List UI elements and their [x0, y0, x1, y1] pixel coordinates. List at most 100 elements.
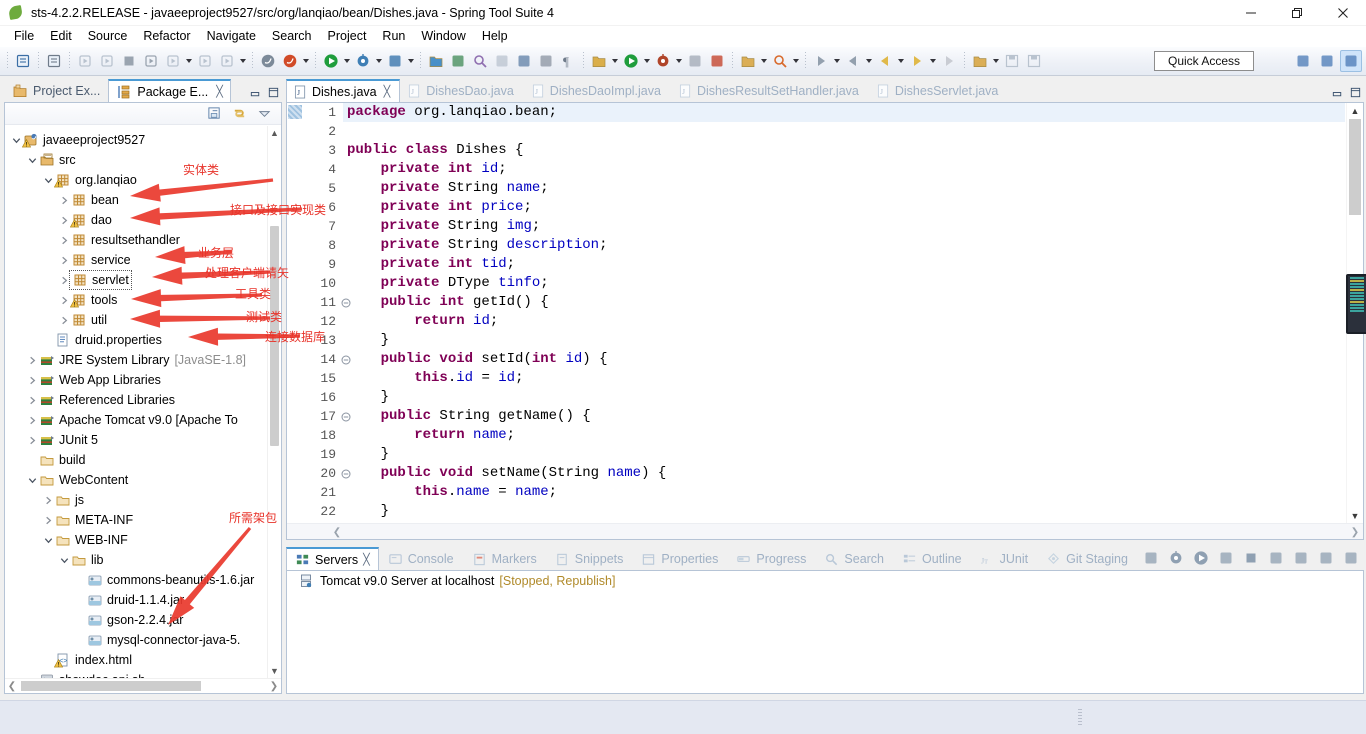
step-over-button[interactable]: [162, 50, 184, 72]
tree-row[interactable]: mysql-connector-java-5.: [5, 630, 267, 650]
view-menu-button[interactable]: [1290, 547, 1312, 569]
scrollbar-thumb[interactable]: [270, 226, 279, 446]
terminate-button[interactable]: [118, 50, 140, 72]
editor-code-area[interactable]: package org.lanqiao.bean; public class Di…: [343, 103, 1345, 523]
profile-server-button[interactable]: [1215, 547, 1237, 569]
menu-window[interactable]: Window: [413, 28, 473, 44]
javaee-perspective-button[interactable]: [1340, 50, 1362, 72]
collapse-all-button[interactable]: [1140, 547, 1162, 569]
open-browser-button[interactable]: [425, 50, 447, 72]
scroll-right-icon[interactable]: ❯: [1347, 524, 1363, 540]
tree-twisty[interactable]: [41, 510, 55, 530]
tree-twisty[interactable]: [41, 530, 55, 550]
bottom-tab[interactable]: Search: [815, 547, 893, 570]
tree-twisty[interactable]: [57, 230, 71, 250]
chevron-down-icon[interactable]: [642, 50, 652, 72]
coverage-button[interactable]: [384, 50, 406, 72]
quick-access-field[interactable]: Quick Access: [1154, 51, 1254, 71]
chevron-down-icon[interactable]: [374, 50, 384, 72]
forward-button[interactable]: [906, 50, 928, 72]
tree-row[interactable]: org.lanqiao: [5, 170, 267, 190]
chevron-down-icon[interactable]: [674, 50, 684, 72]
tree-twisty[interactable]: [25, 470, 39, 490]
tree-row[interactable]: JUnit 5: [5, 430, 267, 450]
project-tree[interactable]: javaeeproject9527 src org.lanqiao bean d…: [5, 126, 267, 678]
save-all-button[interactable]: [1023, 50, 1045, 72]
tree-twisty[interactable]: [57, 270, 71, 290]
menu-file[interactable]: File: [6, 28, 42, 44]
chevron-down-icon[interactable]: [184, 50, 194, 72]
code-line[interactable]: this.id = id;: [343, 369, 1345, 388]
step-into-button[interactable]: [140, 50, 162, 72]
tree-twisty[interactable]: [57, 250, 71, 270]
tree-row[interactable]: Web App Libraries: [5, 370, 267, 390]
tree-horizontal-scrollbar[interactable]: ❮ ❯: [5, 678, 281, 693]
bottom-tab[interactable]: Console: [379, 547, 463, 570]
chevron-down-icon[interactable]: [610, 50, 620, 72]
tree-twisty[interactable]: [57, 290, 71, 310]
chevron-right-icon[interactable]: [43, 515, 54, 526]
chevron-down-icon[interactable]: [896, 50, 906, 72]
run-button[interactable]: [320, 50, 342, 72]
scroll-left-icon[interactable]: ❮: [5, 679, 19, 694]
servers-view[interactable]: Tomcat v9.0 Server at localhost [Stopped…: [286, 570, 1364, 694]
step-return-button[interactable]: [194, 50, 216, 72]
code-line[interactable]: private DType tinfo;: [343, 274, 1345, 293]
tree-row[interactable]: src: [5, 150, 267, 170]
tree-row[interactable]: js: [5, 490, 267, 510]
close-icon[interactable]: ╳: [363, 553, 370, 566]
tree-twisty[interactable]: [57, 210, 71, 230]
code-line[interactable]: private String description;: [343, 236, 1345, 255]
sql-results-button[interactable]: [535, 50, 557, 72]
tab-package-explorer[interactable]: Package E... ╳: [108, 79, 231, 102]
tree-twisty[interactable]: [57, 310, 71, 330]
tree-row[interactable]: Referenced Libraries: [5, 390, 267, 410]
code-line[interactable]: public String getName() {: [343, 407, 1345, 426]
chevron-down-icon[interactable]: [928, 50, 938, 72]
tree-row[interactable]: WEB-INF: [5, 530, 267, 550]
chevron-right-icon[interactable]: [59, 275, 70, 286]
editor-tab[interactable]: J DishesServlet.java: [869, 79, 1009, 102]
tree-row[interactable]: util: [5, 310, 267, 330]
tree-row[interactable]: gson-2.2.4.jar: [5, 610, 267, 630]
tree-row[interactable]: druid-1.1.4.jar: [5, 590, 267, 610]
close-icon[interactable]: [1320, 0, 1366, 26]
scrollbar-thumb[interactable]: [1349, 119, 1361, 215]
maximize-button[interactable]: [1340, 547, 1362, 569]
suspend-button[interactable]: [96, 50, 118, 72]
code-line[interactable]: private int price;: [343, 198, 1345, 217]
code-line[interactable]: }: [343, 331, 1345, 350]
tree-twisty[interactable]: [25, 430, 39, 450]
chevron-down-icon[interactable]: [406, 50, 416, 72]
chevron-down-icon[interactable]: [759, 50, 769, 72]
code-line[interactable]: package org.lanqiao.bean;: [343, 103, 1345, 122]
open-type-button[interactable]: [737, 50, 759, 72]
start-server-button[interactable]: [1190, 547, 1212, 569]
scrollbar-thumb[interactable]: [21, 681, 201, 691]
publish-button[interactable]: [1265, 547, 1287, 569]
debug-server-button[interactable]: [1165, 547, 1187, 569]
java-editor[interactable]: 1 2 3 4 5 6 7 8 9 10 11 12 13 14 15 16 17 18 19 20 21 22 pack…: [286, 102, 1364, 540]
bottom-tab[interactable]: Servers ╳: [286, 547, 379, 570]
search-button[interactable]: [769, 50, 791, 72]
tree-row[interactable]: resultsethandler: [5, 230, 267, 250]
scroll-left-icon[interactable]: ❮: [329, 524, 345, 540]
tree-twisty[interactable]: [9, 130, 23, 150]
code-line[interactable]: this.name = name;: [343, 483, 1345, 502]
tree-row[interactable]: WebContent: [5, 470, 267, 490]
pilcrow-button[interactable]: ¶: [557, 50, 579, 72]
menu-help[interactable]: Help: [474, 28, 516, 44]
bottom-tab[interactable]: Jт JUnit: [971, 547, 1037, 570]
new-wizard-button[interactable]: [12, 50, 34, 72]
maximize-view-icon[interactable]: [264, 82, 282, 102]
editor-tab[interactable]: J DishesResultSetHandler.java: [671, 79, 869, 102]
resize-grip[interactable]: [1078, 709, 1082, 725]
view-menu-icon[interactable]: [253, 103, 275, 125]
code-line[interactable]: }: [343, 388, 1345, 407]
tree-row[interactable]: showdoc api.sh: [5, 670, 267, 678]
scroll-down-icon[interactable]: ▼: [268, 664, 281, 678]
menu-refactor[interactable]: Refactor: [135, 28, 198, 44]
editor-tab[interactable]: J DishesDao.java: [400, 79, 524, 102]
tree-twisty[interactable]: [25, 370, 39, 390]
tree-twisty[interactable]: [25, 150, 39, 170]
